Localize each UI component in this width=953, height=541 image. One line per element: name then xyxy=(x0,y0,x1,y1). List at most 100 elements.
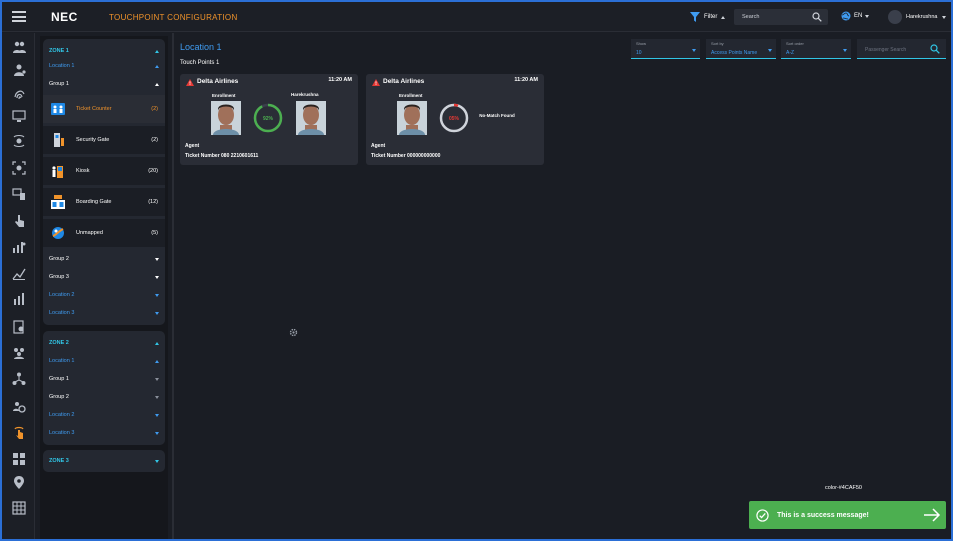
chevron-up-icon xyxy=(155,64,159,68)
ticket-number: Ticket Number 000000000000 xyxy=(371,153,441,159)
user-menu[interactable]: Harekrushna xyxy=(888,10,946,24)
bar-chart-icon[interactable] xyxy=(12,240,26,254)
zone-2-group-2[interactable]: Group 2 xyxy=(49,391,159,403)
chevron-down-icon xyxy=(843,49,847,52)
chevron-down-icon xyxy=(692,49,696,52)
location-label: Location 3 xyxy=(49,430,75,436)
zone-1-location-2[interactable]: Location 2 xyxy=(49,289,159,301)
search-icon[interactable] xyxy=(930,44,940,54)
chevron-down-icon xyxy=(155,413,159,417)
fingerprint-icon[interactable] xyxy=(12,86,26,100)
zone-1-group-1[interactable]: Group 1 xyxy=(49,78,159,90)
scan-face-icon[interactable] xyxy=(12,161,26,175)
match-score-ring: 92% xyxy=(253,103,283,133)
chevron-down-icon xyxy=(155,395,159,399)
touchpoint-count: (5) xyxy=(151,230,158,236)
touch-icon[interactable] xyxy=(12,214,26,228)
people-icon[interactable] xyxy=(12,346,26,360)
group-label: Group 3 xyxy=(49,274,69,280)
grid-icon[interactable] xyxy=(12,452,26,466)
sort-by-value: Access Points Name xyxy=(711,50,758,56)
hamburger-menu-icon[interactable] xyxy=(12,11,26,22)
sort-order-value: A-Z xyxy=(786,50,795,56)
gear-icon[interactable] xyxy=(289,328,298,337)
zone-1-location-3[interactable]: Location 3 xyxy=(49,307,159,319)
touchpoint-count: (2) xyxy=(151,137,158,143)
zone-1-group-2[interactable]: Group 2 xyxy=(49,253,159,265)
toast-message: This is a success message! xyxy=(777,511,869,519)
zone-2-group-1[interactable]: Group 1 xyxy=(49,373,159,385)
icon-rail xyxy=(2,33,35,539)
top-bar: NEC TOUCHPOINT CONFIGURATION Filter Sear… xyxy=(2,2,951,32)
search-placeholder: Search xyxy=(742,14,760,20)
group-label: Group 1 xyxy=(49,81,69,87)
touchpoint-label: Boarding Gate xyxy=(76,199,112,205)
zone-1-header[interactable]: ZONE 1 xyxy=(49,45,159,57)
touchpoint-unmapped[interactable]: Unmapped (5) xyxy=(43,219,165,247)
chevron-down-icon xyxy=(768,49,772,52)
zone-2-location-1[interactable]: Location 1 xyxy=(49,355,159,367)
zone-3-header[interactable]: ZONE 3 xyxy=(49,455,159,467)
devices-icon[interactable] xyxy=(12,187,26,201)
touchpoint-security-gate[interactable]: Security Gate (2) xyxy=(43,126,165,154)
network-icon[interactable] xyxy=(12,372,26,386)
touchpoint-icon[interactable] xyxy=(12,426,26,440)
arrow-right-icon[interactable] xyxy=(923,507,941,523)
touchpoint-count: (2) xyxy=(151,106,158,112)
group-label: Group 2 xyxy=(49,256,69,262)
zone-2-card: ZONE 2 Location 1 Group 1 Group 2 Locati… xyxy=(43,331,165,445)
touchpoint-kiosk[interactable]: Kiosk (20) xyxy=(43,157,165,185)
sort-order-select[interactable]: Sort order A-Z xyxy=(781,39,851,59)
passenger-card[interactable]: Delta Airlines 11:20 AM Enrollment 05% N… xyxy=(366,74,544,165)
language-selector[interactable]: EN xyxy=(841,11,870,21)
touchpoint-boarding-gate[interactable]: Boarding Gate (12) xyxy=(43,188,165,216)
chevron-up-icon xyxy=(155,359,159,363)
enrollment-photo xyxy=(211,101,241,135)
show-select[interactable]: Show 10 xyxy=(631,39,700,59)
zone-2-location-3[interactable]: Location 3 xyxy=(49,427,159,439)
match-score: 92% xyxy=(263,116,274,122)
chevron-up-icon xyxy=(155,341,159,345)
avatar xyxy=(888,10,902,24)
location-label: Location 1 xyxy=(49,358,75,364)
warning-icon xyxy=(372,79,380,86)
kiosk-icon xyxy=(49,162,67,180)
zone-1-group-3[interactable]: Group 3 xyxy=(49,271,159,283)
zone-1-location-1[interactable]: Location 1 xyxy=(49,60,159,72)
settings-group-icon[interactable] xyxy=(12,400,26,414)
zone-2-location-2[interactable]: Location 2 xyxy=(49,409,159,421)
search-icon[interactable] xyxy=(812,12,822,22)
airline-name: Delta Airlines xyxy=(383,78,425,85)
sort-by-select[interactable]: Sort by Access Points Name xyxy=(706,39,776,59)
group-label: Group 2 xyxy=(49,394,69,400)
filter-button[interactable]: Filter xyxy=(690,12,726,22)
filter-label: Filter xyxy=(704,14,718,20)
match-name-label: Harekrushna xyxy=(291,92,319,97)
passenger-search-placeholder: Passenger Search xyxy=(865,47,907,53)
success-toast[interactable]: This is a success message! xyxy=(749,501,946,529)
header-search-input[interactable]: Search xyxy=(734,9,828,25)
brand-logo: NEC xyxy=(51,10,78,24)
table-icon[interactable] xyxy=(12,501,26,515)
line-chart-icon[interactable] xyxy=(12,267,26,281)
zone-2-header[interactable]: ZONE 2 xyxy=(49,337,159,349)
users-icon[interactable] xyxy=(12,40,26,54)
match-score-ring: 05% xyxy=(439,103,469,133)
ticket-number: Ticket Number 080 2210601611 xyxy=(185,153,259,159)
report-icon[interactable] xyxy=(12,320,26,334)
location-pin-icon[interactable] xyxy=(12,475,26,489)
passenger-search-input[interactable]: Passenger Search xyxy=(857,39,946,59)
unmapped-icon xyxy=(49,224,67,242)
show-select-value: 10 xyxy=(636,50,642,56)
group-icon[interactable] xyxy=(12,63,26,77)
agent-label: Agent xyxy=(185,143,200,149)
chevron-down-icon xyxy=(155,293,159,297)
toast-color-label: color-#4CAF50 xyxy=(825,485,862,491)
location-label: Location 2 xyxy=(49,412,75,418)
biometric-icon[interactable] xyxy=(12,134,26,148)
monitor-icon[interactable] xyxy=(12,109,26,123)
touchpoint-ticket-counter[interactable]: Ticket Counter (2) xyxy=(43,95,165,123)
enrollment-label: Enrollment xyxy=(399,93,423,98)
analytics-icon[interactable] xyxy=(12,292,26,306)
passenger-card[interactable]: Delta Airlines 11:20 AM Enrollment Harek… xyxy=(180,74,358,165)
